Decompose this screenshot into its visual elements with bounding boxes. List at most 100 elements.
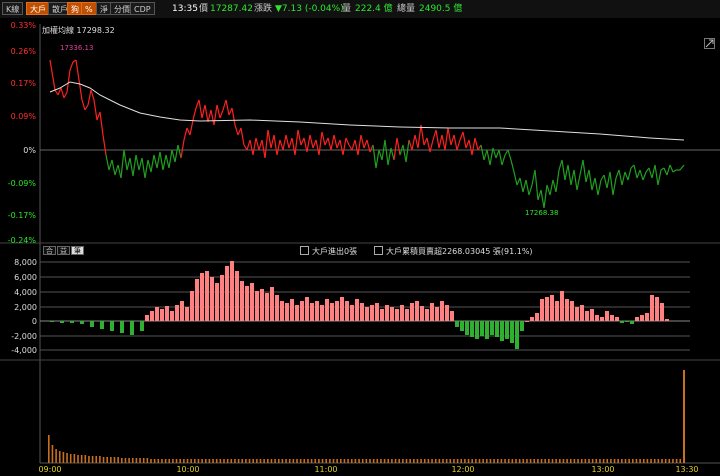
price-segment: [438, 134, 443, 149]
price-segment: [60, 87, 65, 99]
volume-bar: [599, 459, 601, 463]
cdp-button[interactable]: CDP: [130, 2, 155, 15]
net-bar: [80, 321, 84, 324]
pct-label: 0.17%: [11, 79, 37, 88]
price-segment: [117, 164, 122, 179]
price-segment: [123, 149, 128, 171]
pct-label: -0.17%: [8, 211, 37, 220]
volume-bar: [500, 459, 503, 463]
net-bar: [530, 317, 534, 321]
net-bar: [525, 321, 529, 322]
price-segment: [432, 129, 437, 141]
price-segment: [624, 171, 629, 181]
volume-bar: [584, 459, 587, 463]
price-segment: [291, 137, 296, 156]
price-segment: [297, 129, 302, 146]
net-bar: [225, 266, 229, 321]
net-bar: [505, 321, 509, 339]
x-axis-label: 13:00: [591, 465, 614, 474]
volume-bar: [387, 459, 390, 463]
net-bar: [385, 305, 389, 321]
volume-bar: [131, 458, 134, 463]
volume-bar: [394, 459, 397, 463]
side-button-profit[interactable]: 益: [57, 246, 70, 255]
price-segment: [669, 164, 674, 173]
legend-big-trades: 大戶進出0張: [300, 246, 357, 257]
percent-button[interactable]: %: [81, 2, 97, 15]
total-volume-label: 總量: [397, 4, 416, 14]
price-segment: [531, 169, 536, 186]
volume-bar: [237, 459, 240, 463]
chart-canvas: 0.33% 0.26% 0.17% 0.09% 0% -0.09% -0.17% -0.24%…: [0, 21, 720, 474]
price-segment: [486, 149, 491, 166]
big-holder-button[interactable]: 大戶: [26, 2, 50, 15]
price-segment: [192, 107, 197, 121]
volume-bar: [679, 459, 682, 463]
net-bar: [155, 307, 159, 321]
volume-bar: [329, 459, 331, 463]
net-bar: [195, 279, 199, 321]
net-bar: [360, 303, 364, 321]
price-segment: [54, 89, 59, 96]
price-segment: [456, 139, 461, 151]
price-segment: [414, 134, 419, 149]
price-segment: [597, 179, 602, 196]
price-segment: [378, 149, 383, 161]
volume-bar: [110, 457, 112, 463]
price-segment: [679, 164, 685, 171]
net-bar: [140, 321, 144, 331]
volume-bar: [223, 459, 225, 463]
price-segment: [174, 144, 179, 163]
kline-button[interactable]: K線: [2, 2, 24, 15]
volume-bar: [544, 459, 546, 463]
net-bar: [280, 301, 284, 321]
price-segment: [318, 131, 323, 156]
volume-bar: [135, 458, 138, 463]
price-segment: [213, 104, 218, 126]
legend-big-cumulative-label: 大戶累積買賣超2268.03045 張(91.1%): [386, 247, 533, 256]
volume-bar: [445, 459, 448, 463]
volume-bar: [383, 459, 386, 463]
price-segment: [141, 157, 146, 179]
price-segment: [555, 169, 560, 193]
net-bar: [645, 313, 649, 321]
price-segment: [171, 149, 176, 163]
volume-bar: [683, 370, 685, 463]
volume-bar: [416, 459, 419, 463]
volume-bar: [624, 459, 627, 463]
price-segment: [63, 91, 68, 99]
expand-icon[interactable]: [704, 38, 715, 49]
price-segment: [564, 164, 569, 181]
price-segment: [267, 129, 272, 149]
side-button-trades[interactable]: 筆: [71, 246, 84, 255]
price-segment: [177, 144, 182, 159]
net-bar: [395, 309, 399, 321]
price-segment: [315, 139, 320, 156]
price-segment: [288, 137, 293, 149]
price-segment: [108, 159, 113, 171]
price-segment: [663, 167, 668, 176]
volume-label: 量: [342, 4, 352, 14]
volume-bar: [372, 459, 375, 463]
total-volume-value: 2490.5 億: [419, 4, 463, 14]
net-bar: [275, 295, 279, 321]
volume-bar: [409, 459, 411, 463]
time-display: 13:35: [172, 4, 198, 14]
net-bar: [170, 311, 174, 321]
change-label: 漲跌: [254, 4, 273, 14]
price-segment: [411, 134, 416, 151]
price-segment: [417, 124, 422, 149]
high-annotation: 17336.13: [60, 44, 93, 52]
volume-bar: [471, 459, 473, 463]
price-segment: [507, 149, 512, 161]
volume-bar: [621, 459, 623, 463]
volume-bar: [299, 459, 302, 463]
price-segment: [441, 134, 446, 151]
volume-bar: [642, 459, 645, 463]
volume-bar: [602, 459, 605, 463]
side-button-combined[interactable]: 合: [43, 246, 56, 255]
volume-bar: [88, 456, 90, 463]
price-segment: [276, 139, 281, 156]
net-bar: [370, 305, 374, 321]
volume-bar: [577, 459, 579, 463]
